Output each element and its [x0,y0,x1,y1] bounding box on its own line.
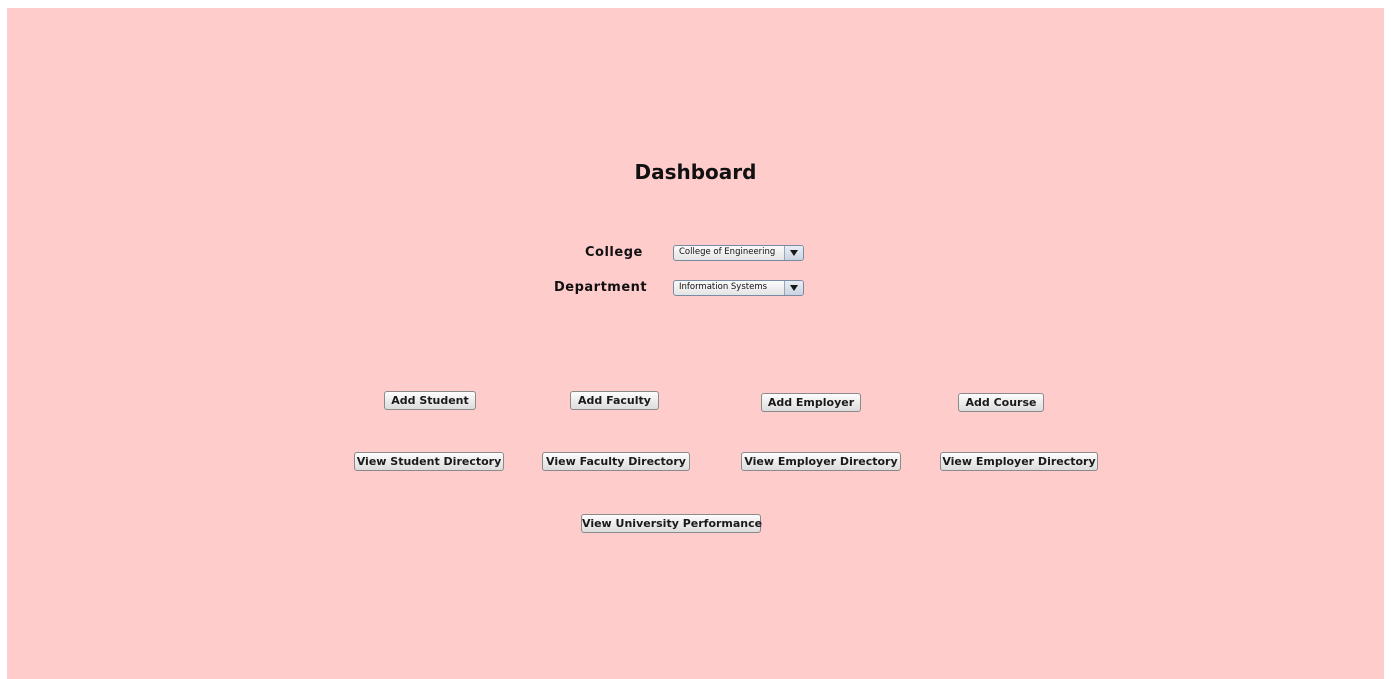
view-employer-directory-button-2[interactable]: View Employer Directory [940,452,1098,471]
add-faculty-button[interactable]: Add Faculty [570,391,659,410]
department-select-value: Information Systems [679,282,768,292]
view-faculty-directory-button[interactable]: View Faculty Directory [542,452,690,471]
add-employer-button[interactable]: Add Employer [761,393,861,412]
department-select[interactable]: Information Systems [673,280,804,296]
view-student-directory-button[interactable]: View Student Directory [354,452,504,471]
dashboard-window: Dashboard College College of Engineering… [7,8,1384,679]
page-title: Dashboard [634,160,757,184]
department-label: Department [554,280,648,295]
college-select[interactable]: College of Engineering [673,245,804,261]
chevron-down-icon[interactable] [784,281,803,295]
college-label: College [585,245,643,260]
view-employer-directory-button[interactable]: View Employer Directory [741,452,901,471]
view-university-performance-button[interactable]: View University Performance [581,514,762,533]
add-student-button[interactable]: Add Student [384,391,476,410]
add-course-button[interactable]: Add Course [958,393,1044,412]
college-select-value: College of Engineering [679,247,776,257]
chevron-down-icon[interactable] [784,246,803,260]
